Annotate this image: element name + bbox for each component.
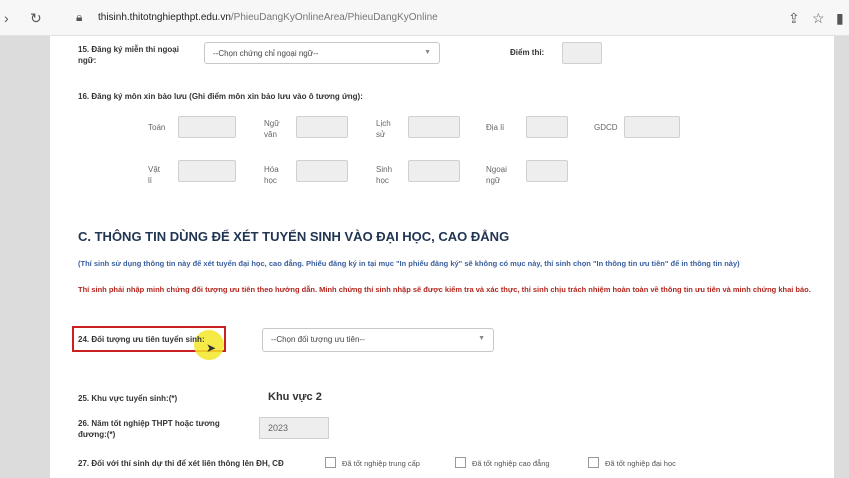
checkbox-intermediate[interactable] bbox=[325, 457, 336, 468]
registration-form: 15. Đăng ký miễn thi ngoại ngữ: --Chọn c… bbox=[50, 36, 834, 478]
priority-subject-select[interactable]: --Chọn đối tượng ưu tiên-- ▼ bbox=[262, 328, 494, 352]
score-input-math[interactable] bbox=[178, 116, 236, 138]
q24-select-value: --Chọn đối tượng ưu tiên-- bbox=[271, 335, 365, 344]
share-icon[interactable]: ⇪ bbox=[788, 10, 800, 27]
score-input[interactable] bbox=[562, 42, 602, 64]
foreign-language-cert-select[interactable]: --Chọn chứng chỉ ngoại ngữ-- ▼ bbox=[204, 42, 440, 64]
checkbox-college[interactable] bbox=[455, 457, 466, 468]
browser-toolbar: › ↻ 🔒︎ thisinh.thitotnghiepthpt.edu.vn/P… bbox=[0, 0, 849, 36]
url-path: /PhieuDangKyOnlineArea/PhieuDangKyOnline bbox=[230, 12, 438, 23]
score-input-civics[interactable] bbox=[624, 116, 680, 138]
graduation-year-input[interactable]: 2023 bbox=[259, 417, 329, 439]
section-c-note: (Thí sinh sử dụng thông tin này để xét t… bbox=[78, 259, 740, 268]
section-c-title: C. THÔNG TIN DÙNG ĐỂ XÉT TUYỂN SINH VÀO … bbox=[78, 229, 510, 244]
score-input-geography[interactable] bbox=[526, 116, 568, 138]
url-host: thisinh.thitotnghiepthpt.edu.vn bbox=[98, 12, 231, 23]
subject-label-chemistry: Hóa học bbox=[264, 165, 279, 185]
extension-icon[interactable]: ▮ bbox=[836, 10, 844, 27]
subject-label-foreign-language: Ngoại ngữ bbox=[486, 165, 507, 185]
mouse-pointer-icon: ➤ bbox=[206, 341, 217, 355]
score-input-literature[interactable] bbox=[296, 116, 348, 138]
score-label: Điểm thi: bbox=[510, 48, 545, 57]
score-input-biology[interactable] bbox=[408, 160, 460, 182]
score-input-history[interactable] bbox=[408, 116, 460, 138]
q15-label: 15. Đăng ký miễn thi ngoại ngữ: bbox=[78, 45, 179, 65]
checkbox-college-label: Đã tốt nghiệp cao đẳng bbox=[472, 459, 550, 468]
q26-label: 26. Năm tốt nghiệp THPT hoặc tương đương… bbox=[78, 419, 220, 439]
subject-label-civics: GDCD bbox=[594, 123, 618, 132]
subject-label-physics: Vật lí bbox=[148, 165, 161, 185]
subject-label-literature: Ngữ văn bbox=[264, 119, 280, 139]
q25-label: 25. Khu vực tuyển sinh:(*) bbox=[78, 394, 178, 403]
score-input-foreign-language[interactable] bbox=[526, 160, 568, 182]
subject-label-biology: Sinh học bbox=[376, 165, 393, 185]
checkbox-university[interactable] bbox=[588, 457, 599, 468]
region-value: Khu vực 2 bbox=[268, 391, 322, 403]
lock-icon[interactable]: 🔒︎ bbox=[76, 10, 82, 25]
q27-label: 27. Đối với thí sinh dự thi để xét liên … bbox=[78, 459, 284, 468]
q24-label: 24. Đối tượng ưu tiên tuyển sinh: bbox=[78, 335, 205, 344]
forward-icon[interactable]: › bbox=[4, 10, 9, 26]
subject-label-history: Lịch sử bbox=[376, 119, 391, 139]
section-c-warning: Thí sinh phải nhập minh chứng đối tượng … bbox=[78, 285, 811, 294]
chevron-down-icon: ▼ bbox=[478, 335, 485, 342]
address-bar[interactable]: thisinh.thitotnghiepthpt.edu.vn/PhieuDan… bbox=[98, 12, 438, 23]
score-input-physics[interactable] bbox=[178, 160, 236, 182]
bookmark-star-icon[interactable]: ☆ bbox=[812, 10, 825, 27]
subject-label-geography: Địa lí bbox=[486, 123, 505, 132]
score-input-chemistry[interactable] bbox=[296, 160, 348, 182]
q16-label: 16. Đăng ký môn xin bảo lưu (Ghi điểm mô… bbox=[78, 92, 363, 101]
checkbox-intermediate-label: Đã tốt nghiệp trung cấp bbox=[342, 459, 420, 468]
subject-label-math: Toán bbox=[148, 123, 166, 132]
reload-icon[interactable]: ↻ bbox=[30, 10, 42, 27]
q15-select-value: --Chọn chứng chỉ ngoại ngữ-- bbox=[213, 49, 319, 58]
chevron-down-icon: ▼ bbox=[424, 49, 431, 56]
checkbox-university-label: Đã tốt nghiệp đại học bbox=[605, 459, 676, 468]
